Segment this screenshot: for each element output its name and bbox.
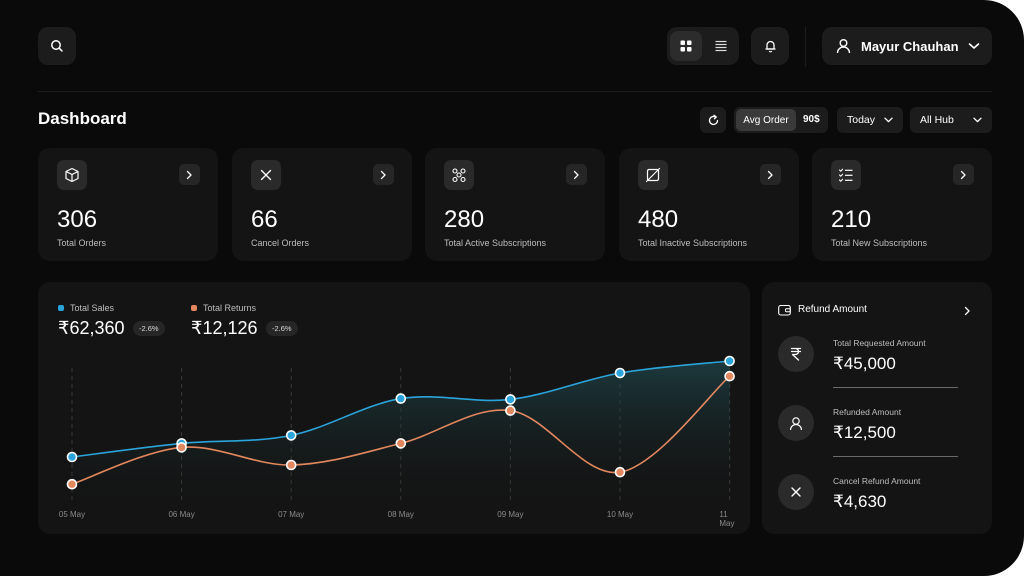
checklist-icon [831,160,861,190]
hub-filter-dropdown[interactable]: All Hub [910,107,992,133]
x-tick-label: 06 May [168,510,195,519]
stat-value: 210 [831,206,872,233]
chevron-down-icon [973,114,982,126]
avg-order-label: Avg Order [736,109,796,131]
refund-item-value: ₹12,500 [833,423,896,442]
stat-card-inactive-subscriptions[interactable]: 480 Total Inactive Subscriptions [619,148,799,261]
bell-icon [764,39,777,53]
crossed-square-icon [638,160,668,190]
x-tick-label: 11 May [719,510,735,528]
sales-chart-card: Total Sales ₹62,360 -2.6% Total Returns … [38,282,750,534]
avg-order-value: 90$ [803,114,820,125]
user-icon [778,405,814,441]
chevron-right-icon[interactable] [566,164,587,185]
chevron-right-icon[interactable] [760,164,781,185]
chevron-down-icon [884,114,893,126]
avg-order[interactable]: Avg Order 90$ [734,107,828,133]
hub-filter-value: All Hub [920,114,954,126]
view-toggle [667,27,739,65]
date-filter-value: Today [847,114,876,126]
close-icon [778,474,814,510]
x-tick-label: 09 May [497,510,524,519]
refund-item-value: ₹4,630 [833,492,887,511]
chevron-right-icon[interactable] [964,303,971,321]
chevron-right-icon[interactable] [373,164,394,185]
refund-item-label: Refunded Amount [833,407,902,417]
list-view-icon [715,40,727,52]
refund-item-label: Total Requested Amount [833,338,926,348]
returns-point[interactable] [66,478,78,490]
x-tick-label: 10 May [606,510,634,519]
box-icon [57,160,87,190]
line-chart [66,355,735,514]
stat-label: Cancel Orders [251,238,310,248]
close-icon [251,160,281,190]
list-view-button[interactable] [705,31,737,61]
refund-divider [833,387,958,388]
sales-point[interactable] [66,451,78,463]
x-tick-label: 07 May [278,510,305,519]
returns-point[interactable] [505,405,516,416]
refund-item-label: Cancel Refund Amount [833,476,921,486]
stat-label: Total Orders [57,238,107,248]
app-frame: Mayur Chauhan Dashboard Avg Order 90$ To… [0,0,1024,576]
grid-view-icon [680,40,692,52]
rupee-icon [778,336,814,372]
search-icon [50,39,64,53]
chevron-right-icon[interactable] [953,164,974,185]
user-menu[interactable]: Mayur Chauhan [822,27,992,65]
returns-point[interactable] [724,370,735,382]
stat-card-new-subscriptions[interactable]: 210 Total New Subscriptions [812,148,992,261]
returns-point[interactable] [614,466,626,478]
divider [805,27,806,67]
sales-point[interactable] [724,355,735,367]
chevron-down-icon [968,42,980,50]
sales-point[interactable] [614,367,626,379]
refund-amount-card: Refund Amount Total Requested Amount ₹45… [762,282,992,534]
stat-label: Total Inactive Subscriptions [638,238,748,248]
chevron-right-icon[interactable] [179,164,200,185]
stat-label: Total Active Subscriptions [444,238,547,248]
sales-point[interactable] [505,394,516,405]
stat-card-total-orders[interactable]: 306 Total Orders [38,148,218,261]
notifications-button[interactable] [751,27,789,65]
returns-point[interactable] [395,438,407,449]
sales-point[interactable] [395,393,407,404]
chart-area-fill [72,361,730,514]
refresh-icon [707,114,720,127]
stat-value: 480 [638,206,679,233]
stat-value: 306 [57,206,98,233]
stat-label: Total New Subscriptions [831,238,928,248]
date-filter-dropdown[interactable]: Today [837,107,903,133]
search-button[interactable] [38,27,76,65]
stat-value: 66 [251,206,278,233]
returns-point[interactable] [176,442,187,453]
stat-card-active-subscriptions[interactable]: 280 Total Active Subscriptions [425,148,605,261]
nodes-icon [444,160,474,190]
sales-point[interactable] [285,430,297,441]
header-divider [38,91,992,92]
refresh-button[interactable] [700,107,726,133]
returns-point[interactable] [285,459,297,471]
wallet-icon [778,303,791,321]
refund-item-value: ₹45,000 [833,354,896,373]
refund-title: Refund Amount [798,304,867,315]
user-name: Mayur Chauhan [861,38,959,54]
stat-card-cancel-orders[interactable]: 66 Cancel Orders [232,148,412,261]
x-tick-label: 05 May [58,510,86,519]
stat-value: 280 [444,206,485,233]
x-tick-label: 08 May [387,510,414,519]
grid-view-button[interactable] [670,31,702,61]
refund-divider [833,456,958,457]
page-title: Dashboard [38,109,127,128]
user-icon [836,38,851,54]
